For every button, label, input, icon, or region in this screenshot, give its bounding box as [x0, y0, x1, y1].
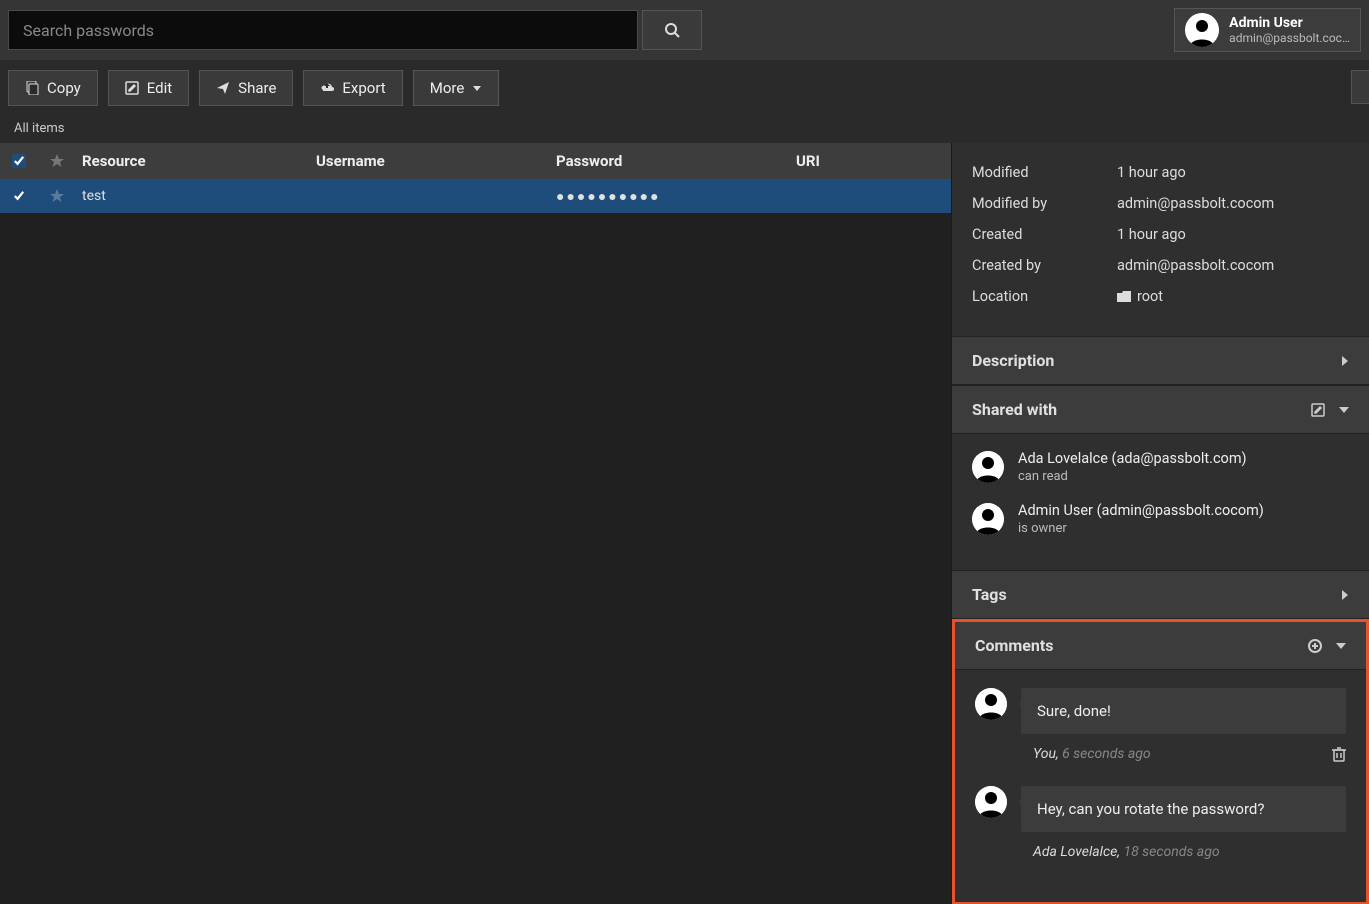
meta-created-by-value: admin@passbolt.cocom [1117, 257, 1274, 274]
more-button[interactable]: More [413, 70, 500, 106]
star-header [38, 153, 76, 169]
share-icon [216, 81, 230, 95]
comments-highlight: Comments Sure, done! You, 6 seconds ago [952, 619, 1369, 904]
meta-modified-value: 1 hour ago [1117, 164, 1186, 181]
caret-down-icon [472, 83, 482, 93]
meta-modified-by-label: Modified by [972, 195, 1117, 212]
meta-modified-by-value: admin@passbolt.cocom [1117, 195, 1274, 212]
delete-comment-icon[interactable] [1332, 746, 1346, 762]
user-badge[interactable]: Admin User admin@passbolt.coc… [1174, 8, 1361, 52]
table-row[interactable]: test ●●●●●●●●●● [0, 179, 951, 213]
meta-location-label: Location [972, 288, 1117, 305]
breadcrumb: All items [0, 115, 1369, 143]
more-label: More [430, 79, 465, 97]
header-uri[interactable]: URI [796, 152, 951, 170]
resource-table: Resource Username Password URI test ●●●●… [0, 143, 951, 904]
comment-author: Ada Lovelalce, [1033, 844, 1120, 860]
details-panel: Modified1 hour ago Modified byadmin@pass… [951, 143, 1369, 904]
search-icon [664, 22, 680, 38]
select-all-checkbox[interactable] [12, 154, 26, 168]
add-comment-icon[interactable] [1308, 639, 1322, 653]
user-name: Admin User [1229, 15, 1350, 31]
meta-created-by-label: Created by [972, 257, 1117, 274]
caret-right-icon [1341, 356, 1349, 366]
meta-location-value[interactable]: root [1117, 288, 1163, 305]
cell-password[interactable]: ●●●●●●●●●● [556, 188, 796, 205]
export-icon [320, 81, 334, 95]
edit-button[interactable]: Edit [108, 70, 189, 106]
copy-icon [25, 81, 39, 95]
user-email: admin@passbolt.coc… [1229, 31, 1350, 45]
folder-icon [1117, 291, 1131, 303]
caret-down-icon[interactable] [1339, 406, 1349, 414]
comment-bubble: Sure, done! [1021, 688, 1346, 734]
comment-author: You, [1033, 746, 1059, 762]
comment: Sure, done! [975, 688, 1346, 734]
comment-time: 6 seconds ago [1062, 746, 1151, 762]
search-input[interactable] [8, 10, 638, 50]
comment-time: 18 seconds ago [1123, 844, 1219, 860]
header-username[interactable]: Username [316, 152, 556, 170]
share-label: Share [238, 79, 276, 97]
avatar [975, 688, 1007, 720]
comments-section-header[interactable]: Comments [955, 622, 1366, 670]
caret-down-icon[interactable] [1336, 642, 1346, 650]
header-resource[interactable]: Resource [76, 152, 316, 170]
caret-right-icon [1341, 590, 1349, 600]
search-button[interactable] [642, 10, 702, 50]
meta-created-label: Created [972, 226, 1117, 243]
avatar [975, 786, 1007, 818]
copy-button[interactable]: Copy [8, 70, 98, 106]
meta-modified-label: Modified [972, 164, 1117, 181]
tags-section-header[interactable]: Tags [952, 570, 1369, 619]
avatar [972, 503, 1004, 535]
shared-item: Admin User (admin@passbolt.cocom)is owne… [972, 502, 1349, 536]
header-password[interactable]: Password [556, 152, 796, 170]
avatar [972, 451, 1004, 483]
edit-icon[interactable] [1311, 403, 1325, 417]
export-label: Export [342, 79, 385, 97]
comment: Hey, can you rotate the password? [975, 786, 1346, 832]
share-button[interactable]: Share [199, 70, 293, 106]
avatar [1185, 13, 1219, 47]
edit-label: Edit [147, 79, 172, 97]
shared-item: Ada Lovelalce (ada@passbolt.com)can read [972, 450, 1349, 484]
meta-created-value: 1 hour ago [1117, 226, 1186, 243]
edit-icon [125, 81, 139, 95]
export-button[interactable]: Export [303, 70, 402, 106]
copy-label: Copy [47, 79, 81, 97]
comment-bubble: Hey, can you rotate the password? [1021, 786, 1346, 832]
right-edge-button[interactable] [1351, 70, 1369, 104]
star-icon[interactable] [38, 188, 76, 204]
row-checkbox[interactable] [12, 189, 26, 203]
description-section-header[interactable]: Description [952, 336, 1369, 385]
shared-with-section-header[interactable]: Shared with [952, 385, 1369, 434]
cell-resource: test [76, 188, 316, 204]
